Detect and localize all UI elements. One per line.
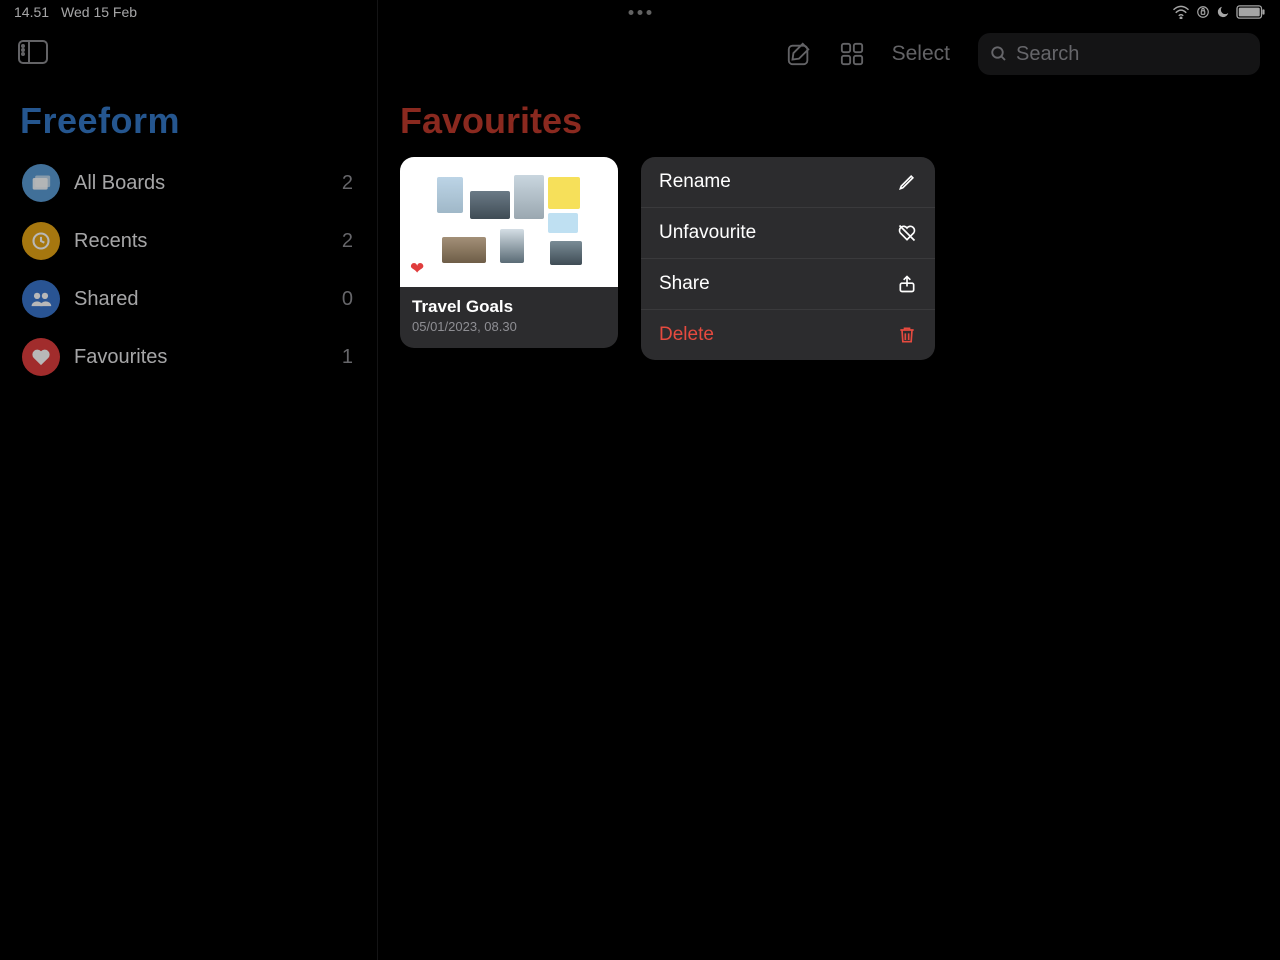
clock-icon [22,222,60,260]
compose-button[interactable] [786,41,812,67]
sidebar-item-count: 2 [342,172,353,195]
boards-icon [22,164,60,202]
page-title: Favourites [378,84,1280,160]
people-icon [22,280,60,318]
sidebar-item-label: Shared [74,288,139,311]
sidebar-item-recents[interactable]: Recents 2 [8,212,369,270]
status-time: 14.51 [14,4,49,20]
share-icon [897,274,917,294]
pencil-icon [897,172,917,192]
sidebar-toggle-icon[interactable] [18,40,48,69]
trash-icon [897,325,917,345]
board-preview: ❤ [400,157,618,287]
favourite-heart-icon: ❤ [410,259,424,279]
context-delete[interactable]: Delete [641,310,935,360]
sidebar-item-count: 0 [342,288,353,311]
sidebar-item-label: All Boards [74,172,165,195]
sidebar-item-count: 1 [342,346,353,369]
grid-view-button[interactable] [840,42,864,66]
toolbar: Select [378,24,1280,84]
context-item-label: Share [659,273,710,295]
search-input[interactable] [1016,43,1248,66]
context-share[interactable]: Share [641,259,935,310]
search-icon [990,44,1008,64]
context-item-label: Rename [659,171,731,193]
context-menu: Rename Unfavourite Share Delete [641,157,935,360]
sidebar-item-label: Recents [74,230,147,253]
board-title: Travel Goals [412,297,606,317]
sidebar-item-all-boards[interactable]: All Boards 2 [8,154,369,212]
context-item-label: Delete [659,324,714,346]
status-date: Wed 15 Feb [61,4,137,20]
sidebar-item-count: 2 [342,230,353,253]
sidebar: Freeform All Boards 2 Recents 2 S [0,0,378,960]
board-date: 05/01/2023, 08.30 [412,319,606,334]
sidebar-item-label: Favourites [74,346,167,369]
board-card[interactable]: ❤ Travel Goals 05/01/2023, 08.30 [400,157,618,348]
main-content: Select Favourites ❤ Travel Goals 05/01/2… [378,0,1280,960]
sidebar-item-favourites[interactable]: Favourites 1 [8,328,369,386]
context-unfavourite[interactable]: Unfavourite [641,208,935,259]
heart-icon [22,338,60,376]
search-field[interactable] [978,33,1260,75]
context-rename[interactable]: Rename [641,157,935,208]
heart-slash-icon [897,223,917,243]
app-title: Freeform [0,84,377,150]
sidebar-item-shared[interactable]: Shared 0 [8,270,369,328]
context-item-label: Unfavourite [659,222,756,244]
select-button[interactable]: Select [892,42,950,66]
